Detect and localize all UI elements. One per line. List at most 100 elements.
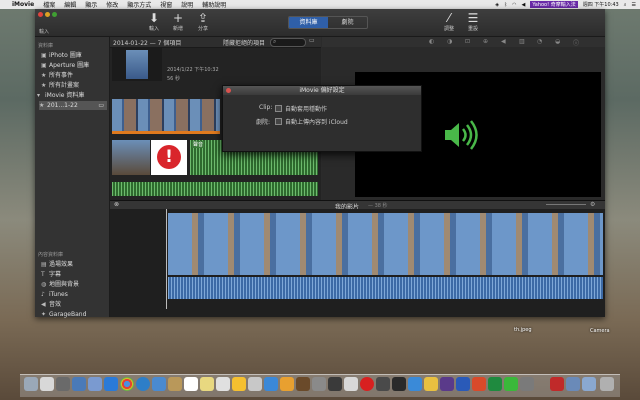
excel-icon[interactable] (488, 377, 502, 391)
sidebar-item-all-events[interactable]: ★ 所有事件 (41, 71, 107, 80)
star-app-icon[interactable] (440, 377, 454, 391)
tab-theater[interactable]: 劇院 (328, 17, 367, 28)
dropbox-icon[interactable]: ◈ (495, 2, 499, 8)
app-icon-d[interactable] (408, 377, 422, 391)
garageband-icon[interactable] (280, 377, 294, 391)
stabilize-icon[interactable]: ⊕ (483, 38, 488, 45)
app-icon-b[interactable] (376, 377, 390, 391)
sidebar-item-library[interactable]: ▾ iMovie 資料庫 (37, 91, 103, 100)
wifi-icon[interactable]: ◠ (512, 2, 516, 8)
menu-file[interactable]: 檔案 (43, 0, 55, 9)
crop-icon[interactable]: ⊡ (465, 38, 470, 45)
content-item-sound-effects[interactable]: ◀ 音效 (41, 300, 107, 309)
notes-icon[interactable] (200, 377, 214, 391)
system-preferences-icon[interactable] (104, 377, 118, 391)
menu-accessibility-help[interactable]: 輔助說明 (202, 0, 226, 9)
bluetooth-icon[interactable]: ᛒ (504, 2, 507, 8)
messages-icon[interactable] (152, 377, 166, 391)
app-store-icon[interactable] (88, 377, 102, 391)
share-button[interactable]: ⇪ 分享 (189, 12, 217, 33)
guitar-app-icon[interactable] (296, 377, 310, 391)
sidebar-item-event[interactable]: ★ 201...1-22 ▭ (39, 101, 107, 110)
spotlight-icon[interactable]: ⌕ (624, 2, 627, 8)
menu-modify[interactable]: 修改 (106, 0, 118, 9)
calendar-icon[interactable] (184, 377, 198, 391)
app-icon-e[interactable] (424, 377, 438, 391)
input-method-status[interactable]: Yahoo! 奇摩輸入法 (530, 1, 578, 8)
color-balance-icon[interactable]: ◑ (447, 38, 452, 45)
clip-pref-checkbox[interactable]: 自動套用穩動作 (275, 104, 327, 113)
window-close-button[interactable] (38, 12, 43, 17)
content-item-itunes[interactable]: ♪ iTunes (41, 290, 107, 299)
chrome-icon[interactable] (120, 377, 134, 391)
window-minimize-button[interactable] (45, 12, 50, 17)
import-media-label[interactable]: 輸入 (39, 28, 49, 35)
reminders-icon[interactable] (216, 377, 230, 391)
menu-edit[interactable]: 編輯 (64, 0, 76, 9)
filter-popup[interactable]: 隱藏拒絕的項目 (223, 38, 265, 47)
reset-button[interactable]: ☰ 重設 (459, 12, 487, 33)
content-item-titles[interactable]: T 字幕 (41, 270, 107, 279)
line-icon[interactable] (504, 377, 518, 391)
sidebar-item-aperture[interactable]: ▣ Aperture 圖庫 (41, 61, 107, 70)
zoom-slider[interactable] (546, 204, 586, 205)
window-zoom-button[interactable] (52, 12, 57, 17)
volume-adjust-icon[interactable]: ◀ (501, 38, 506, 45)
playhead[interactable] (166, 209, 167, 309)
app-icon-c[interactable] (392, 377, 406, 391)
clip-thumbnail-missing[interactable]: ! (151, 140, 187, 175)
menu-help[interactable]: 說明 (181, 0, 193, 9)
app-icon-g[interactable] (550, 377, 564, 391)
sidebar-item-iphoto[interactable]: ▣ iPhoto 圖庫 (41, 51, 107, 60)
timeline-audio-track[interactable] (168, 277, 603, 299)
audio-clip-2[interactable] (112, 182, 318, 196)
sidebar-item-all-projects[interactable]: ★ 所有計畫案 (41, 81, 107, 90)
maps-icon[interactable] (248, 377, 262, 391)
imovie-icon[interactable] (328, 377, 342, 391)
menubar-clock[interactable]: 週四 下午10:43 (583, 1, 619, 8)
music-app-icon[interactable] (312, 377, 326, 391)
clip-thumbnail-1[interactable] (112, 48, 162, 81)
clip-filmstrip-1[interactable] (112, 99, 220, 134)
menu-view-mode[interactable]: 顯示方式 (127, 0, 151, 9)
list-icon[interactable]: ☰ (632, 2, 636, 8)
clip-size-icon[interactable]: ▭ (309, 37, 315, 44)
clip-thumbnail-2[interactable] (112, 140, 150, 175)
menu-app-name[interactable]: iMovie (12, 1, 34, 8)
rocket-icon[interactable] (56, 377, 70, 391)
photos-icon[interactable] (232, 377, 246, 391)
safari-icon[interactable] (136, 377, 150, 391)
settings-icon[interactable]: ⚙ (590, 201, 595, 208)
launchpad-icon[interactable] (40, 377, 54, 391)
new-button[interactable]: + 新增 (164, 12, 192, 33)
youtube-icon[interactable] (360, 377, 374, 391)
word-icon[interactable] (456, 377, 470, 391)
noise-icon[interactable]: ▥ (519, 38, 525, 45)
powerpoint-icon[interactable] (472, 377, 486, 391)
finder-icon[interactable] (24, 377, 38, 391)
desktop-file-2[interactable]: Camera (590, 328, 610, 334)
volume-icon[interactable]: ◀ (522, 2, 526, 8)
info-icon[interactable]: ⓘ (573, 38, 579, 47)
filter-icon[interactable]: ◒ (555, 38, 560, 45)
app-icon-a[interactable] (264, 377, 278, 391)
enhance-icon[interactable]: ◐ (429, 38, 434, 45)
menu-view[interactable]: 顯示 (85, 0, 97, 9)
trash-icon[interactable] (600, 377, 614, 391)
documents-folder-icon[interactable] (582, 377, 596, 391)
theater-pref-checkbox[interactable]: 自動上傳內容到 iCloud (275, 117, 348, 126)
mail-icon[interactable] (72, 377, 86, 391)
dialog-close-button[interactable] (226, 88, 231, 93)
downloads-folder-icon[interactable] (566, 377, 580, 391)
app-icon-f[interactable] (520, 377, 534, 391)
search-field[interactable]: ⌕ (270, 38, 306, 47)
content-item-transitions[interactable]: ▤ 過場效果 (41, 260, 107, 269)
desktop-file-1[interactable]: th.jpeg (514, 327, 532, 333)
timeline-video-clip[interactable] (168, 213, 603, 275)
tab-library[interactable]: 資料庫 (289, 17, 328, 28)
keynote-icon[interactable] (344, 377, 358, 391)
menu-window[interactable]: 視窗 (160, 0, 172, 9)
close-timeline-icon[interactable]: ⊗ (114, 201, 119, 208)
speed-icon[interactable]: ◔ (537, 38, 542, 45)
contacts-icon[interactable] (168, 377, 182, 391)
